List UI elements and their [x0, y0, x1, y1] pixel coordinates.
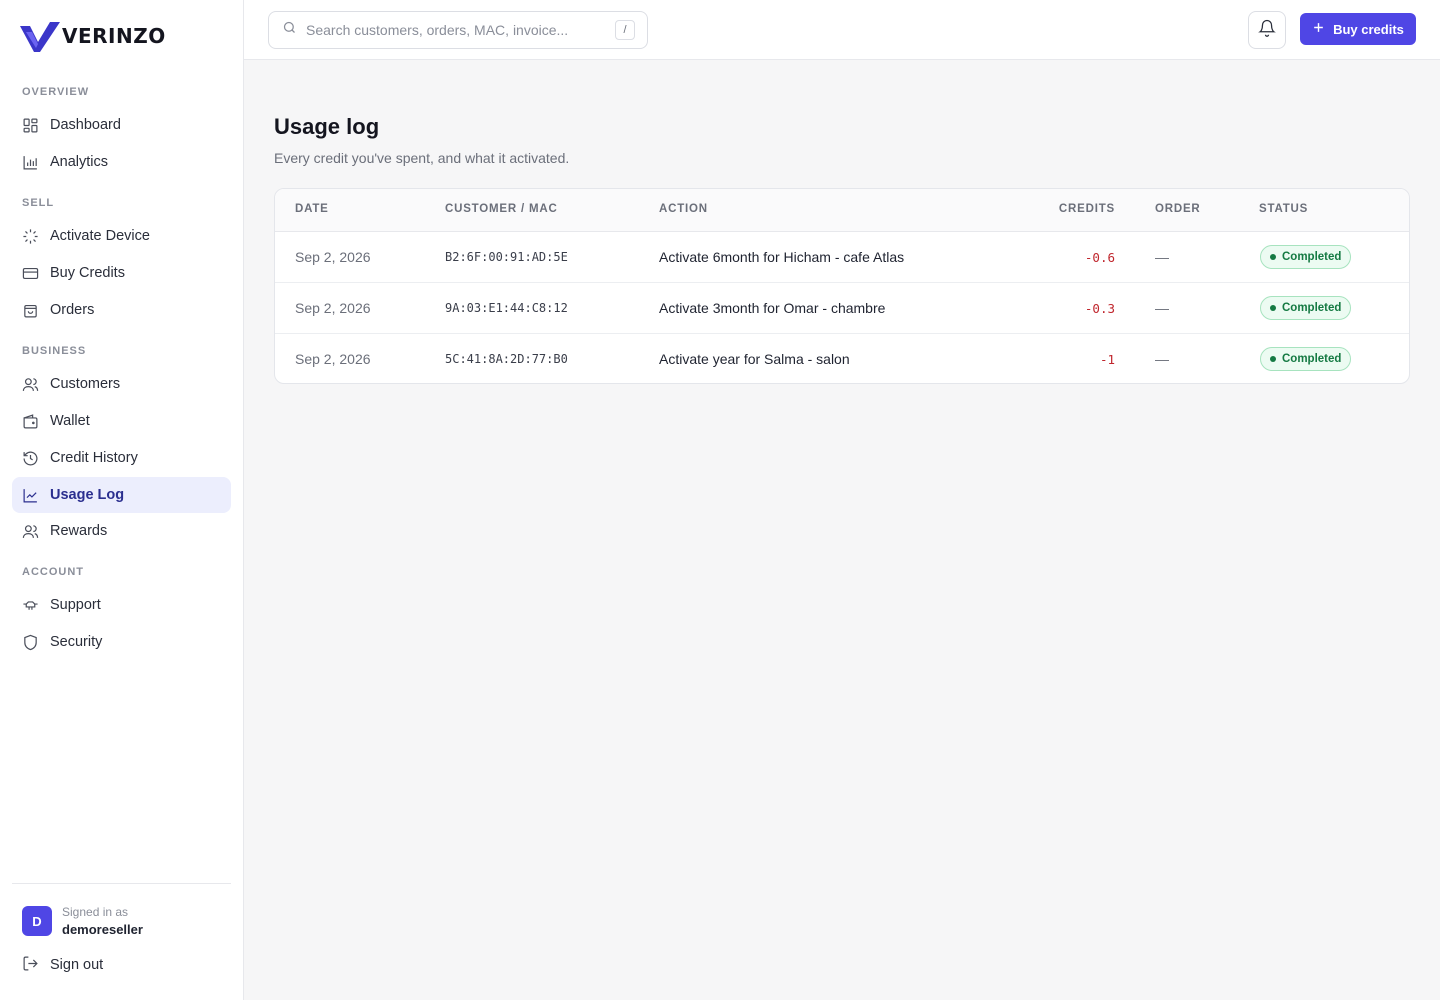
status-badge: Completed	[1260, 296, 1352, 320]
status-label: Completed	[1282, 251, 1342, 263]
sidebar-divider	[12, 883, 231, 884]
status-dot-icon	[1270, 305, 1276, 311]
sidebar-item-orders[interactable]: Orders	[12, 292, 231, 328]
row-credits: -0.3	[1084, 301, 1115, 316]
search-input[interactable]	[306, 22, 596, 38]
row-date: Sep 2, 2026	[295, 249, 371, 265]
row-action: Activate 6month for Hicham - cafe Atlas	[659, 249, 905, 265]
sparkle-loader-icon	[22, 228, 39, 245]
row-order: —	[1155, 300, 1169, 316]
column-header-status[interactable]: STATUS	[1259, 203, 1308, 215]
sidebar-item-label: Dashboard	[50, 117, 121, 133]
nav-section-business: BUSINESS	[22, 345, 87, 357]
column-header-action[interactable]: ACTION	[659, 203, 708, 215]
topbar: / Buy credits	[244, 0, 1440, 60]
nav-section-overview: OVERVIEW	[22, 86, 90, 98]
status-label: Completed	[1282, 302, 1342, 314]
column-header-order[interactable]: ORDER	[1155, 203, 1201, 215]
sidebar-item-label: Orders	[50, 302, 95, 318]
plus-icon	[1312, 21, 1325, 37]
sidebar-item-rewards[interactable]: Rewards	[12, 513, 231, 549]
status-badge: Completed	[1260, 245, 1352, 269]
sidebar-item-label: Rewards	[50, 523, 108, 539]
bell-icon	[1258, 19, 1276, 42]
sidebar-item-activate-device[interactable]: Activate Device	[12, 218, 231, 254]
search-icon	[282, 20, 297, 40]
signed-in-label: Signed in as	[62, 905, 129, 919]
row-action: Activate 3month for Omar - chambre	[659, 300, 886, 316]
sidebar-item-label: Credit History	[50, 450, 138, 466]
sidebar-item-label: Security	[50, 634, 103, 650]
row-date: Sep 2, 2026	[295, 351, 371, 367]
nav-section-sell: SELL	[22, 197, 55, 209]
sidebar-item-label: Buy Credits	[50, 265, 125, 281]
history-icon	[22, 450, 39, 467]
user-info: D Signed in as demoreseller	[22, 905, 143, 937]
sidebar-item-label: Usage Log	[50, 487, 125, 503]
credit-card-icon	[22, 265, 39, 282]
sidebar: VERINZO OVERVIEW Dashboard Analytics SEL…	[0, 0, 244, 1000]
sidebar-item-dashboard[interactable]: Dashboard	[12, 107, 231, 143]
sidebar-item-credit-history[interactable]: Credit History	[12, 440, 231, 476]
sidebar-item-customers[interactable]: Customers	[12, 366, 231, 402]
sidebar-item-usage-log[interactable]: Usage Log	[12, 477, 231, 513]
search-shortcut-hint: /	[615, 20, 635, 40]
sidebar-item-support[interactable]: Support	[12, 587, 231, 623]
sign-out-label: Sign out	[50, 957, 104, 973]
status-badge: Completed	[1260, 347, 1352, 371]
table-header: DATE CUSTOMER / MAC ACTION CREDITS ORDER…	[275, 189, 1409, 232]
column-header-date[interactable]: DATE	[295, 203, 329, 215]
sidebar-item-analytics[interactable]: Analytics	[12, 144, 231, 180]
column-header-customer-mac[interactable]: CUSTOMER / MAC	[445, 203, 558, 215]
line-chart-icon	[22, 487, 39, 504]
sidebar-item-label: Analytics	[50, 154, 109, 170]
sidebar-item-label: Support	[50, 597, 101, 613]
column-header-credits[interactable]: CREDITS	[1059, 203, 1115, 215]
support-icon	[22, 597, 39, 614]
sidebar-item-label: Customers	[50, 376, 121, 392]
table-row[interactable]: Sep 2, 2026 B2:6F:00:91:AD:5E Activate 6…	[275, 232, 1409, 283]
shield-icon	[22, 634, 39, 651]
page-title: Usage log	[274, 114, 380, 139]
bar-chart-icon	[22, 154, 39, 171]
sidebar-item-label: Activate Device	[50, 228, 150, 244]
table-row[interactable]: Sep 2, 2026 9A:03:E1:44:C8:12 Activate 3…	[275, 283, 1409, 334]
nav-section-account: ACCOUNT	[22, 566, 84, 578]
row-mac: B2:6F:00:91:AD:5E	[445, 250, 568, 264]
sign-out-icon	[22, 955, 39, 976]
status-dot-icon	[1270, 356, 1276, 362]
username: demoreseller	[62, 922, 143, 937]
row-order: —	[1155, 351, 1169, 367]
logo-v-icon	[20, 20, 60, 52]
status-dot-icon	[1270, 254, 1276, 260]
row-credits: -1	[1099, 352, 1115, 367]
sidebar-item-label: Wallet	[50, 413, 90, 429]
row-order: —	[1155, 249, 1169, 265]
row-mac: 5C:41:8A:2D:77:B0	[445, 352, 568, 366]
page-subtitle: Every credit you've spent, and what it a…	[274, 150, 570, 166]
usage-table: DATE CUSTOMER / MAC ACTION CREDITS ORDER…	[274, 188, 1410, 384]
sidebar-item-wallet[interactable]: Wallet	[12, 403, 231, 439]
sign-out-button[interactable]: Sign out	[12, 947, 231, 983]
wallet-icon	[22, 413, 39, 430]
sidebar-item-buy-credits[interactable]: Buy Credits	[12, 255, 231, 291]
users-icon	[22, 376, 39, 393]
row-date: Sep 2, 2026	[295, 300, 371, 316]
row-credits: -0.6	[1084, 250, 1115, 265]
avatar: D	[22, 906, 52, 936]
users-icon	[22, 523, 39, 540]
notifications-button[interactable]	[1248, 11, 1286, 49]
table-row[interactable]: Sep 2, 2026 5C:41:8A:2D:77:B0 Activate y…	[275, 334, 1409, 383]
row-mac: 9A:03:E1:44:C8:12	[445, 301, 568, 315]
status-label: Completed	[1282, 353, 1342, 365]
row-action: Activate year for Salma - salon	[659, 351, 850, 367]
brand-logo[interactable]: VERINZO	[20, 20, 166, 52]
sidebar-item-security[interactable]: Security	[12, 624, 231, 660]
dashboard-icon	[22, 117, 39, 134]
brand-name: VERINZO	[62, 24, 166, 48]
search-box[interactable]: /	[268, 11, 648, 49]
shopping-bag-icon	[22, 302, 39, 319]
buy-credits-button[interactable]: Buy credits	[1300, 13, 1416, 45]
buy-credits-label: Buy credits	[1333, 21, 1404, 37]
